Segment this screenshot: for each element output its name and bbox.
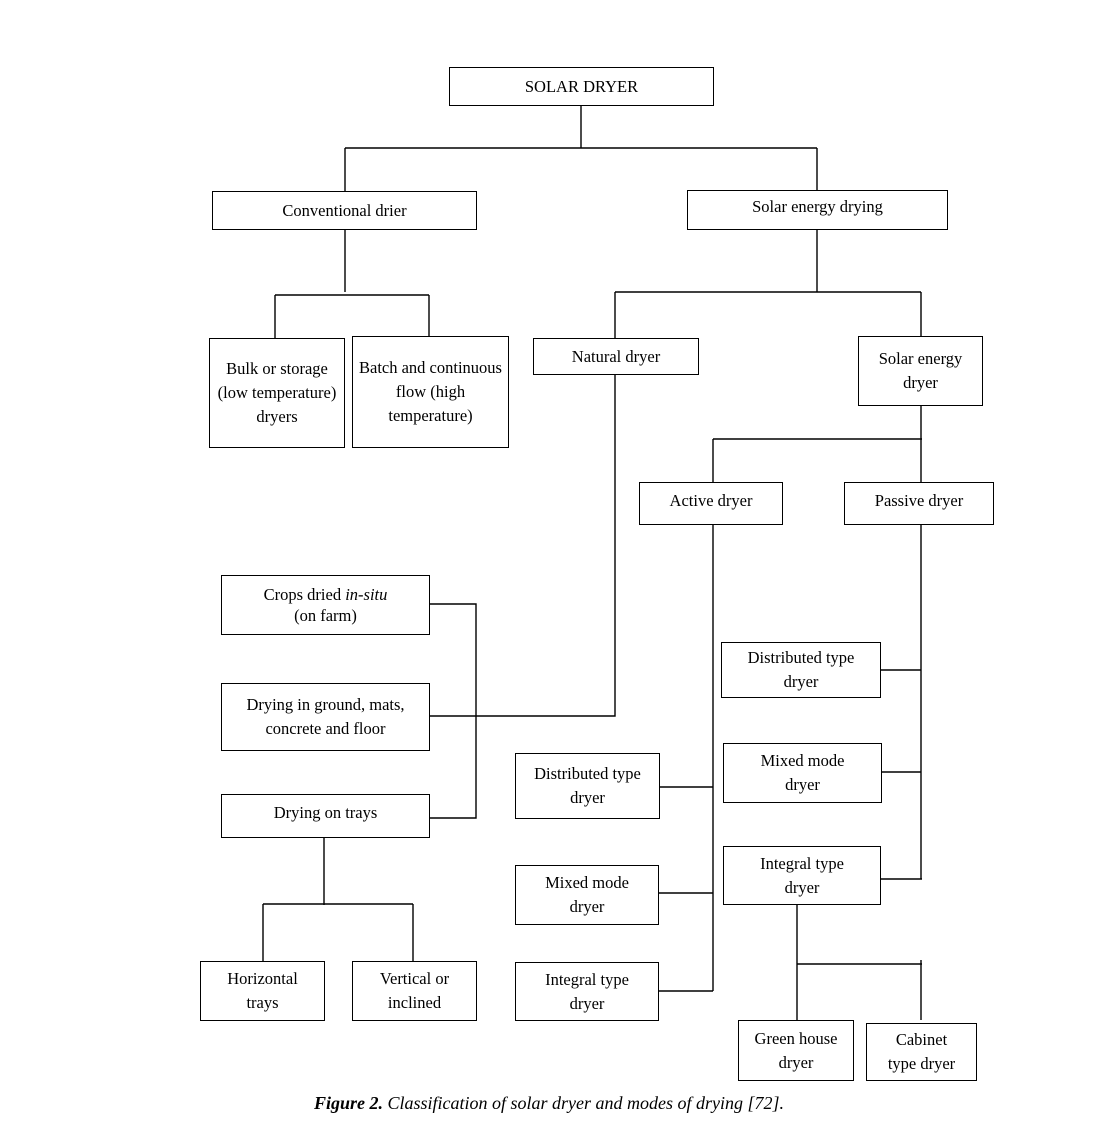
node-label-suffix: (on farm)	[294, 606, 357, 625]
node-passive-integral-dryer: Integral type dryer	[723, 846, 881, 905]
node-natural-dryer: Natural dryer	[533, 338, 699, 375]
node-label: Crops dried in-situ (on farm)	[264, 584, 388, 626]
node-bulk-storage-dryers: Bulk or storage (low temperature) dryers	[209, 338, 345, 448]
node-label: Green house dryer	[754, 1028, 838, 1072]
node-label: Mixed mode dryer	[760, 751, 845, 794]
node-passive-distributed-dryer: Distributed type dryer	[721, 642, 881, 698]
node-solar-energy-drying: Solar energy drying	[687, 190, 948, 230]
node-label: Distributed type dryer	[534, 764, 641, 807]
figure-label: Figure 2.	[313, 1093, 383, 1113]
node-drying-in-ground: Drying in ground, mats, concrete and flo…	[221, 683, 430, 751]
connector-lines	[262, 105, 922, 1021]
node-label: Solar energy dryer	[878, 349, 963, 392]
node-crops-dried-in-situ: Crops dried in-situ (on farm)	[221, 575, 430, 635]
solar-dryer-classification-diagram: SOLAR DRYER Conventional drier Solar ene…	[0, 0, 1098, 1128]
node-horizontal-trays: Horizontal trays	[200, 961, 325, 1021]
node-vertical-inclined: Vertical or inclined	[352, 961, 477, 1021]
node-label: Drying in ground, mats, concrete and flo…	[246, 695, 405, 738]
node-active-integral-dryer: Integral type dryer	[515, 962, 659, 1021]
node-label: Passive dryer	[874, 490, 964, 510]
node-label: Active dryer	[669, 490, 753, 510]
node-label: Natural dryer	[571, 346, 661, 366]
node-label: Horizontal trays	[227, 969, 298, 1012]
node-label-prefix: Crops dried	[263, 585, 346, 604]
node-active-dryer: Active dryer	[639, 482, 783, 525]
node-label: Cabinet type dryer	[887, 1030, 956, 1073]
node-label: Mixed mode dryer	[545, 873, 629, 916]
node-label: Integral type dryer	[545, 969, 629, 1013]
node-solar-energy-dryer: Solar energy dryer	[858, 336, 983, 406]
node-active-distributed-dryer: Distributed type dryer	[515, 753, 660, 819]
node-conventional-drier: Conventional drier	[212, 191, 477, 230]
node-batch-continuous-flow: Batch and continuous flow (high temperat…	[352, 336, 509, 448]
figure-caption-text: Classification of solar dryer and modes …	[383, 1093, 785, 1113]
node-cabinet-type-dryer: Cabinet type dryer	[866, 1023, 977, 1081]
node-passive-mixed-mode-dryer: Mixed mode dryer	[723, 743, 882, 803]
node-label: Integral type dryer	[760, 853, 844, 897]
node-solar-dryer: SOLAR DRYER	[449, 67, 714, 106]
node-label: Vertical or inclined	[379, 969, 450, 1012]
node-label: Distributed type dryer	[747, 648, 855, 691]
connector-natural-bus	[430, 603, 477, 819]
node-label: Conventional drier	[282, 200, 407, 220]
node-passive-dryer: Passive dryer	[844, 482, 994, 525]
node-label: SOLAR DRYER	[524, 76, 639, 96]
node-drying-on-trays: Drying on trays	[221, 794, 430, 838]
node-label: Batch and continuous flow (high temperat…	[359, 358, 502, 425]
node-green-house-dryer: Green house dryer	[738, 1020, 854, 1081]
node-label: Solar energy drying	[752, 197, 883, 216]
node-label-italic: in-situ	[345, 585, 388, 604]
figure-caption: Figure 2. Classification of solar dryer …	[0, 1093, 1098, 1114]
node-label: Drying on trays	[273, 803, 378, 822]
node-active-mixed-mode-dryer: Mixed mode dryer	[515, 865, 659, 925]
node-label: Bulk or storage (low temperature) dryers	[217, 359, 337, 426]
